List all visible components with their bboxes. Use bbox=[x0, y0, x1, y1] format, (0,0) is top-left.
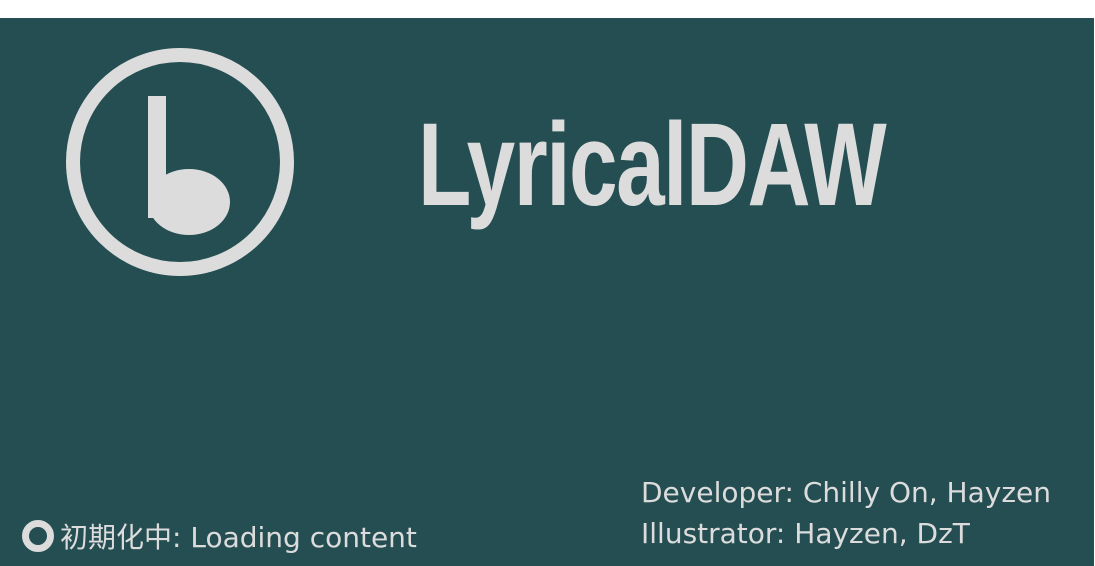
loading-status: 初期化中: Loading content bbox=[18, 512, 417, 560]
splash-screen: LyricalDAW Developer: Chilly On, Hayzen … bbox=[0, 18, 1094, 566]
developer-credit: Developer: Chilly On, Hayzen bbox=[641, 476, 1051, 509]
credits: Developer: Chilly On, Hayzen Illustrator… bbox=[641, 472, 1051, 554]
illustrator-credit: Illustrator: Hayzen, DzT bbox=[641, 517, 970, 550]
music-note-logo-icon bbox=[64, 46, 296, 278]
loading-ring-icon bbox=[22, 520, 54, 552]
loading-status-text: 初期化中: Loading content bbox=[60, 521, 417, 554]
app-title: LyricalDAW bbox=[418, 99, 887, 231]
